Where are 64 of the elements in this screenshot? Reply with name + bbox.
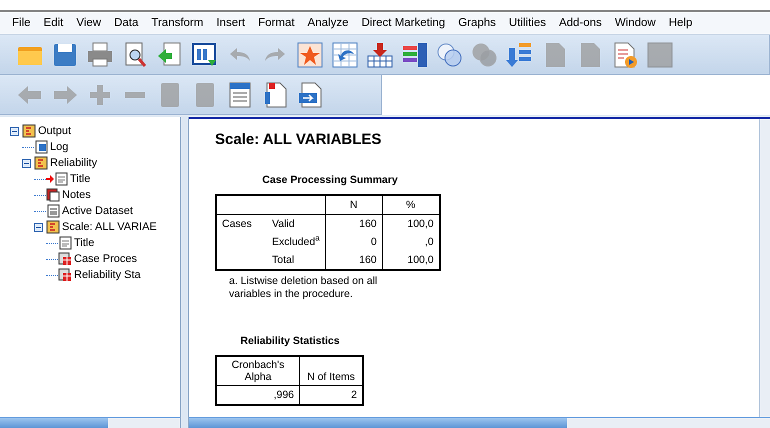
outline-item[interactable]: Reliability Sta — [74, 269, 141, 281]
outline-item[interactable]: Title — [74, 237, 94, 249]
book-icon — [22, 124, 36, 138]
table-cell: ,996 — [216, 386, 300, 406]
menu-item[interactable]: Edit — [38, 17, 70, 29]
title-icon — [54, 172, 68, 186]
outline-item[interactable]: Case Proces — [74, 253, 137, 265]
outline-item[interactable]: Log — [50, 141, 68, 153]
printer-icon[interactable] — [85, 40, 115, 70]
table-icon — [58, 268, 72, 282]
column-header: % — [382, 195, 440, 214]
row-label: Cases — [216, 214, 267, 233]
outline-item[interactable]: Title — [70, 173, 90, 185]
table-cell: 2 — [300, 386, 363, 406]
title-icon — [58, 236, 72, 250]
table-title: Case Processing Summary — [261, 174, 399, 186]
horizontal-scrollbar[interactable] — [0, 417, 180, 428]
column-header: Cronbach's Alpha — [216, 356, 300, 386]
book-icon — [46, 220, 60, 234]
menu-item[interactable]: Analyze — [302, 17, 356, 29]
column-header: N — [325, 195, 382, 214]
output-heading: Scale: ALL VARIABLES — [215, 131, 382, 148]
star-grid-icon[interactable] — [295, 40, 325, 70]
menu-item[interactable]: Utilities — [502, 17, 553, 29]
menu-item[interactable]: Help — [662, 17, 700, 29]
outline-item[interactable]: Active Dataset — [62, 205, 133, 217]
menu-item[interactable]: Transform — [145, 17, 210, 29]
table-cell: 160 — [325, 251, 382, 270]
table-cell: 100,0 — [382, 214, 440, 233]
outline-item[interactable]: Reliability — [50, 157, 98, 169]
table-title: Reliability Statistics — [239, 335, 341, 348]
collapse-toggle[interactable] — [22, 158, 31, 168]
row-label: Valid — [267, 214, 326, 233]
menu-item[interactable]: Window — [608, 17, 663, 29]
splitter[interactable] — [180, 117, 189, 428]
log-icon — [34, 140, 48, 154]
menu-item[interactable]: File — [6, 17, 38, 29]
collapse-toggle[interactable] — [34, 222, 43, 232]
table-cell: 100,0 — [382, 251, 440, 270]
table-cell: 160 — [325, 214, 382, 233]
collapse-toggle[interactable] — [10, 126, 19, 136]
horizontal-scrollbar[interactable] — [189, 417, 770, 428]
book-icon — [34, 156, 48, 170]
menu-item[interactable]: Direct Marketing — [355, 17, 452, 29]
table-cell: ,0 — [382, 233, 440, 251]
menu-item[interactable]: Format — [252, 17, 302, 29]
notes-icon — [46, 188, 60, 202]
table-footnote: a. Listwise deletion based on all variables in the procedure. — [228, 275, 378, 302]
row-label: Excluded$^{a}$ — [267, 233, 326, 251]
grid-arrow-icon[interactable] — [330, 40, 360, 70]
menu-item[interactable]: Data — [108, 17, 146, 29]
menu-item[interactable]: Graphs — [452, 17, 503, 29]
page-icon — [46, 204, 60, 218]
outline-item[interactable]: Notes — [62, 189, 91, 201]
column-header: N of Items — [300, 356, 363, 386]
menu-item[interactable]: View — [70, 17, 108, 29]
table-cell: 0 — [325, 233, 382, 251]
menu-item[interactable]: Add-ons — [552, 17, 609, 29]
outline-item[interactable]: Output — [38, 125, 72, 137]
outline-item[interactable]: Scale: ALL VARIAE — [62, 221, 157, 233]
menu-item[interactable]: Insert — [210, 17, 252, 29]
table-icon — [58, 252, 72, 266]
vertical-scrollbar[interactable] — [759, 119, 770, 417]
row-label: Total — [267, 251, 326, 270]
